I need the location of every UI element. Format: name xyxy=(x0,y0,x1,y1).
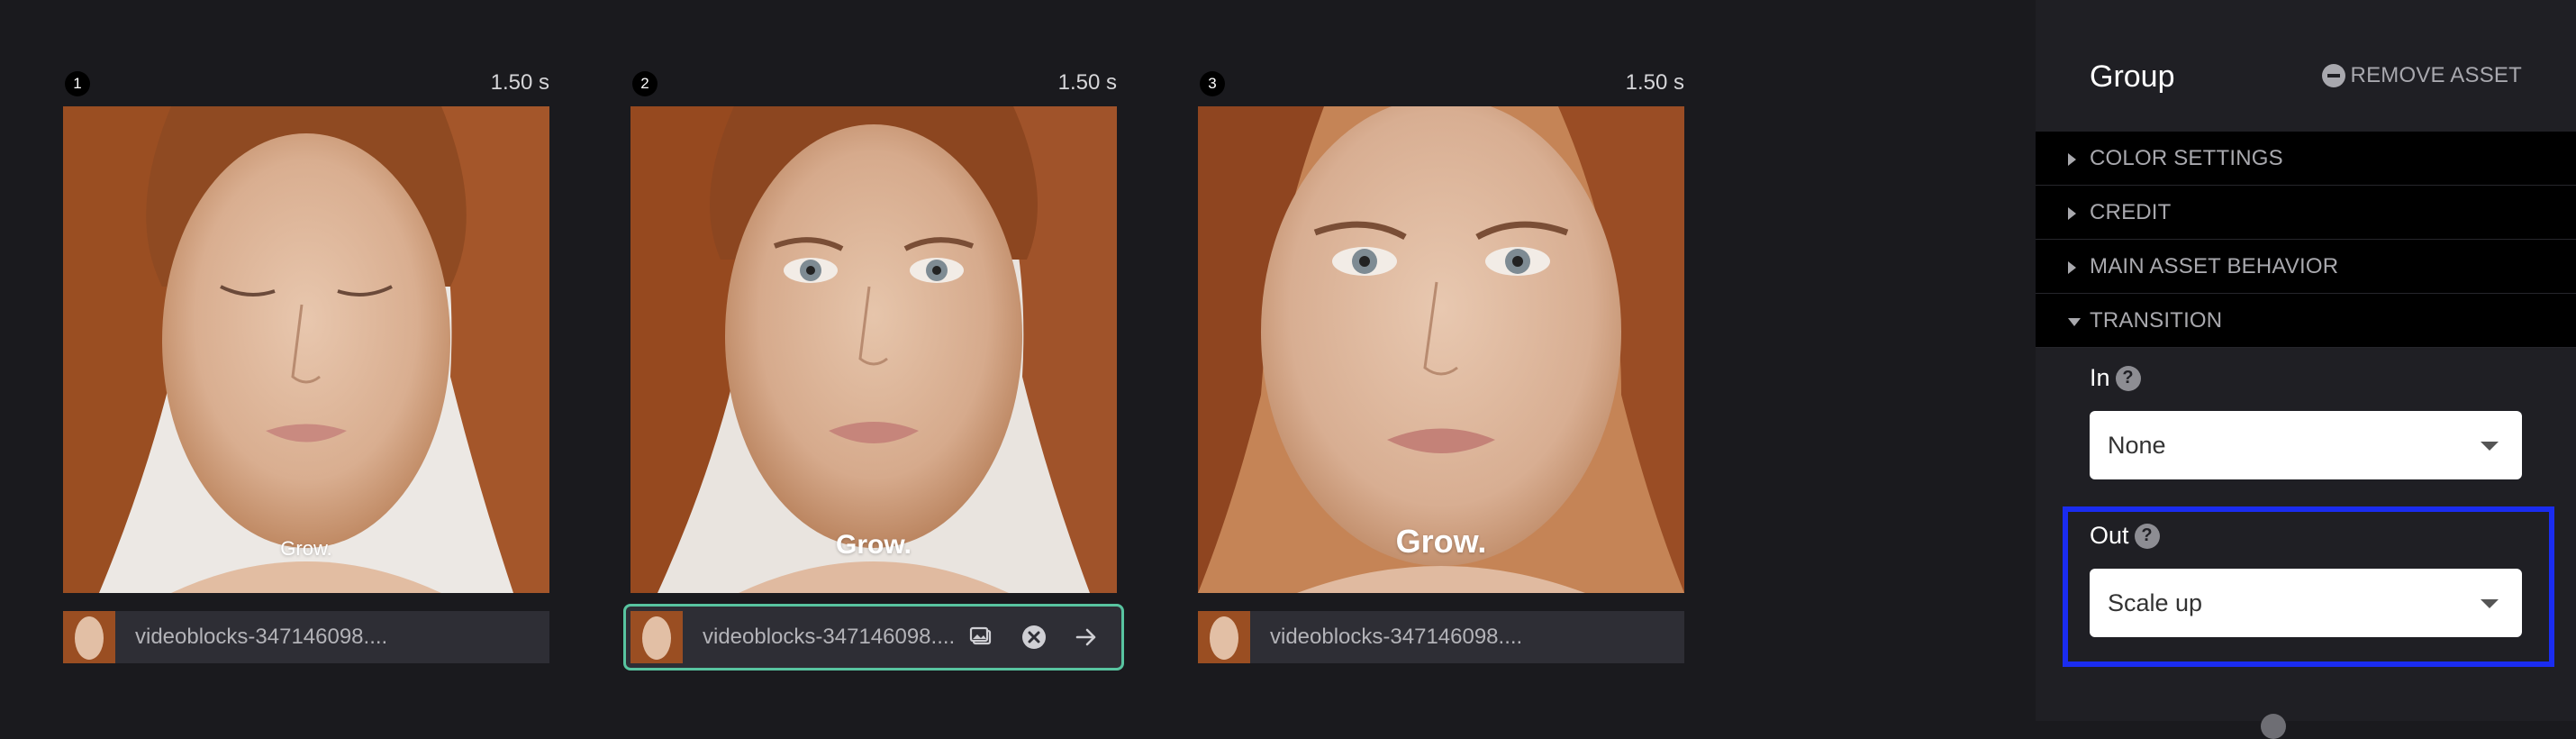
transition-out-value: Scale up xyxy=(2108,588,2203,616)
dropdown-arrow-icon xyxy=(2481,442,2499,451)
asset-bar[interactable]: videoblocks-347146098.... xyxy=(63,611,549,663)
close-circle-icon xyxy=(1022,625,1046,649)
settings-sections: COLOR SETTINGS CREDIT MAIN ASSET BEHAVIO… xyxy=(2036,132,2576,348)
frame-header: 3 1.50 s xyxy=(1198,67,1684,106)
face-image xyxy=(630,106,1117,593)
transition-in-label: In ? xyxy=(2090,364,2141,392)
asset-thumbnail xyxy=(630,611,683,663)
frame-thumbnail[interactable]: Grow. xyxy=(63,106,549,593)
frame-duration: 1.50 s xyxy=(1057,70,1117,95)
transition-in-select[interactable]: None xyxy=(2090,411,2522,479)
out-label-text: Out xyxy=(2090,522,2129,549)
frame-duration: 1.50 s xyxy=(490,70,549,95)
frame-header: 1 1.50 s xyxy=(63,67,549,106)
help-icon[interactable]: ? xyxy=(2134,523,2160,549)
asset-bar[interactable]: videoblocks-347146098.... xyxy=(1198,611,1684,663)
frame-card[interactable]: 1 1.50 s Grow. videoblocks-347146098.... xyxy=(63,67,549,663)
transition-out-select[interactable]: Scale up xyxy=(2090,569,2522,637)
caret-right-icon xyxy=(2068,153,2076,166)
asset-thumbnail xyxy=(63,611,115,663)
help-icon[interactable] xyxy=(2261,714,2286,739)
replace-image-button[interactable] xyxy=(962,617,1002,657)
remove-asset-button[interactable] xyxy=(1014,617,1054,657)
frame-thumbnail[interactable]: Grow. xyxy=(630,106,1117,593)
caret-right-icon xyxy=(2068,207,2076,220)
section-credit[interactable]: CREDIT xyxy=(2036,186,2576,240)
timeline-area: 1 1.50 s Grow. videoblocks-347146098....… xyxy=(0,0,2036,721)
caret-down-icon xyxy=(2068,318,2081,326)
asset-name: videoblocks-347146098.... xyxy=(1270,625,1523,649)
help-icon[interactable]: ? xyxy=(2115,365,2141,391)
frame-number: 1 xyxy=(65,71,90,96)
frame-caption: Grow. xyxy=(836,530,912,560)
asset-bar-selected[interactable]: videoblocks-347146098.... xyxy=(623,604,1124,671)
asset-actions xyxy=(962,617,1106,657)
asset-name: videoblocks-347146098.... xyxy=(135,625,388,649)
section-label: TRANSITION xyxy=(2090,307,2223,333)
section-main-asset-behavior[interactable]: MAIN ASSET BEHAVIOR xyxy=(2036,240,2576,294)
section-label: COLOR SETTINGS xyxy=(2090,145,2283,170)
caret-right-icon xyxy=(2068,261,2076,274)
asset-thumbnail xyxy=(1198,611,1250,663)
frame-duration: 1.50 s xyxy=(1625,70,1684,95)
section-color-settings[interactable]: COLOR SETTINGS xyxy=(2036,132,2576,186)
frame-header: 2 1.50 s xyxy=(630,67,1117,106)
section-label: MAIN ASSET BEHAVIOR xyxy=(2090,253,2339,278)
image-icon xyxy=(969,626,992,645)
face-image xyxy=(1198,106,1684,593)
frame-caption: Grow. xyxy=(1395,523,1487,560)
frame-caption: Grow. xyxy=(280,537,332,560)
transition-in-value: None xyxy=(2108,431,2166,459)
next-button[interactable] xyxy=(1066,617,1106,657)
arrow-right-icon xyxy=(1075,628,1096,646)
face-image xyxy=(63,106,549,593)
asset-name: videoblocks-347146098.... xyxy=(703,625,956,649)
remove-asset-label: REMOVE ASSET xyxy=(2350,63,2522,87)
frame-card[interactable]: 2 1.50 s Grow. videoblocks-347146098.... xyxy=(623,67,1124,671)
frame-number: 3 xyxy=(1200,71,1225,96)
in-label-text: In xyxy=(2090,364,2110,391)
transition-out-label: Out ? xyxy=(2090,522,2160,550)
section-transition[interactable]: TRANSITION xyxy=(2036,294,2576,348)
frame-thumbnail[interactable]: Grow. xyxy=(1198,106,1684,593)
dropdown-arrow-icon xyxy=(2481,599,2499,608)
frame-number: 2 xyxy=(632,71,658,96)
remove-asset-link[interactable]: REMOVE ASSET xyxy=(2321,63,2522,88)
section-label: CREDIT xyxy=(2090,199,2172,224)
remove-icon xyxy=(2321,64,2345,87)
frame-card[interactable]: 3 1.50 s Grow. videoblocks-347146098.... xyxy=(1198,67,1684,663)
settings-panel: Group REMOVE ASSET COLOR SETTINGS CREDIT… xyxy=(2036,0,2576,739)
panel-title: Group xyxy=(2090,59,2175,94)
